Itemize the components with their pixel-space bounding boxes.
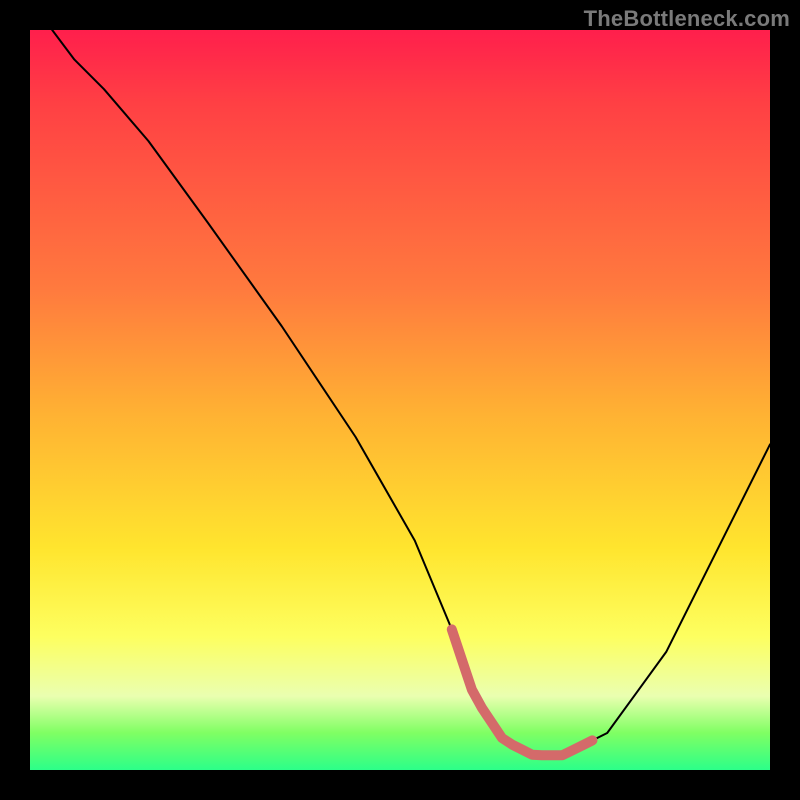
- watermark-text: TheBottleneck.com: [584, 6, 790, 32]
- chart-root: TheBottleneck.com: [0, 0, 800, 800]
- curve-layer: [30, 30, 770, 770]
- plot-area: [30, 30, 770, 770]
- optimal-range-marker: [452, 629, 593, 755]
- curve-line: [52, 30, 770, 755]
